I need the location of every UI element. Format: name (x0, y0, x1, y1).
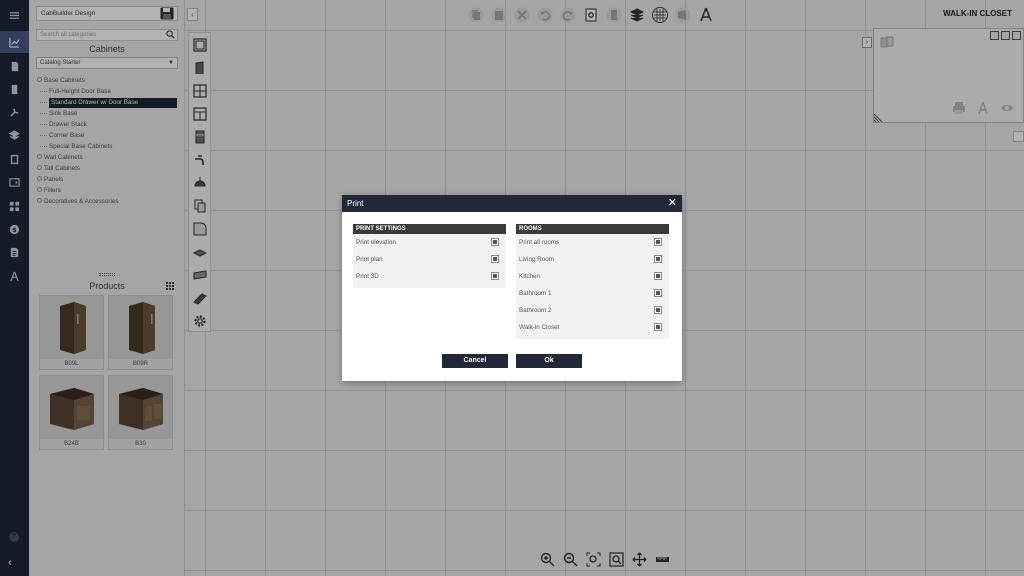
print-settings-section: PRINT SETTINGS Print elevation Print pla… (353, 224, 506, 288)
print-plan-checkbox[interactable] (491, 255, 499, 263)
option-row: Kitchen (516, 268, 669, 285)
dialog-title: Print (347, 199, 364, 208)
walk-in-closet-checkbox[interactable] (654, 323, 662, 331)
rooms-section: ROOMS Print all rooms Living Room Kitche… (516, 224, 669, 339)
bathroom-2-checkbox[interactable] (654, 306, 662, 314)
option-row: Bathroom 2 (516, 302, 669, 319)
print-all-rooms-checkbox[interactable] (654, 238, 662, 246)
option-row: Print 3D (353, 268, 506, 285)
print-dialog: Print ✕ PRINT SETTINGS Print elevation P… (342, 195, 682, 381)
option-row: Living Room (516, 251, 669, 268)
option-row: Print all rooms (516, 234, 669, 251)
print-elevation-checkbox[interactable] (491, 238, 499, 246)
rooms-header: ROOMS (516, 224, 669, 234)
print-settings-header: PRINT SETTINGS (353, 224, 506, 234)
bathroom-1-checkbox[interactable] (654, 289, 662, 297)
kitchen-checkbox[interactable] (654, 272, 662, 280)
option-row: Bathroom 1 (516, 285, 669, 302)
close-icon[interactable]: ✕ (668, 195, 677, 212)
dialog-header: Print ✕ (342, 195, 682, 212)
option-row: Print plan (353, 251, 506, 268)
ok-button[interactable]: Ok (516, 354, 582, 368)
cancel-button[interactable]: Cancel (442, 354, 508, 368)
living-room-checkbox[interactable] (654, 255, 662, 263)
print-3d-checkbox[interactable] (491, 272, 499, 280)
option-row: Print elevation (353, 234, 506, 251)
option-row: Walk-in Closet (516, 319, 669, 336)
